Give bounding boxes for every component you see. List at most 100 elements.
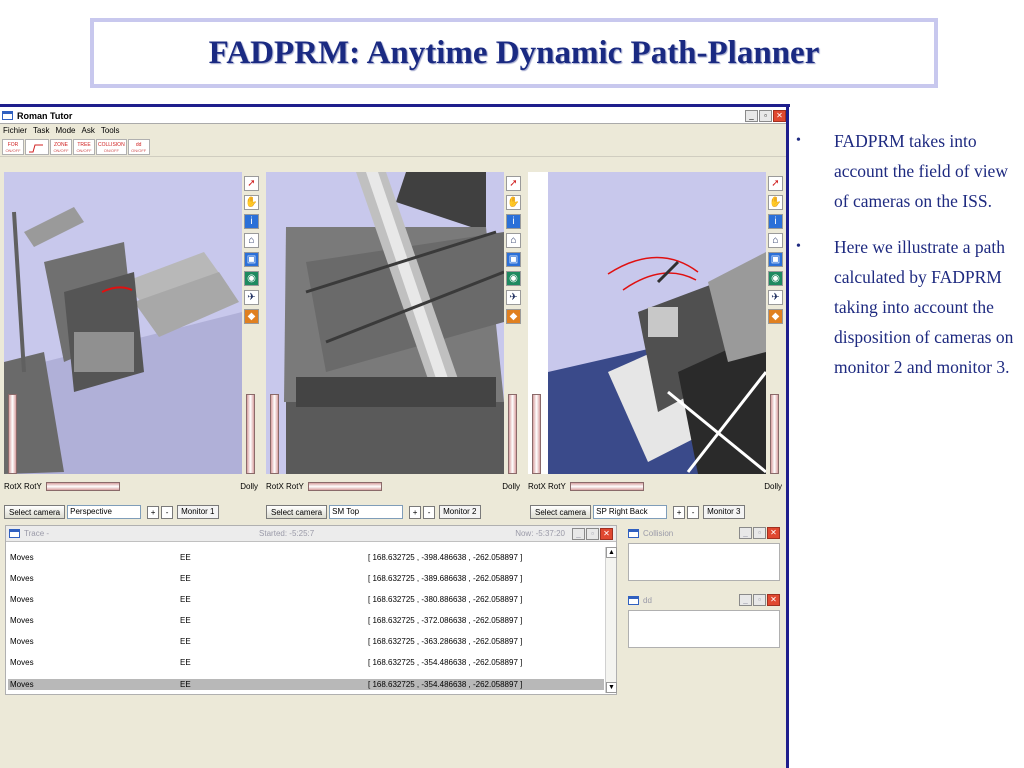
trace-row[interactable]: Moves EE [ 168.632725 , -363.286638 , -2… (8, 631, 604, 652)
bullet-marker: • (796, 239, 801, 254)
eye-view-icon[interactable]: ◉ (506, 271, 521, 286)
dolly-slider[interactable] (246, 394, 255, 474)
dolly-slider[interactable] (508, 394, 517, 474)
eye-view-icon[interactable]: ◉ (244, 271, 259, 286)
hand-pan-icon[interactable]: ✋ (768, 195, 783, 210)
home-view-icon[interactable]: ⌂ (244, 233, 259, 248)
dd-close-button[interactable]: ✕ (767, 594, 780, 606)
menu-mode[interactable]: Mode (55, 126, 75, 135)
trace-minimize-button[interactable]: _ (572, 527, 585, 540)
trace-row[interactable]: Moves EE [ 168.632725 , -372.086638 , -2… (8, 610, 604, 631)
camera-prev-button[interactable]: - (161, 505, 174, 519)
rotx-slider[interactable] (8, 394, 17, 474)
window-titlebar[interactable]: Roman Tutor _ ▫ ✕ (0, 108, 786, 124)
dolly-slider[interactable] (770, 394, 779, 474)
minimize-button[interactable]: _ (745, 109, 758, 122)
camera-bar-2: Select camera SM Top + - Monitor 2 (266, 503, 481, 521)
menu-task[interactable]: Task (33, 126, 49, 135)
viewport-monitor-3: ➚ ✋ i ⌂ ▣ ◉ ✈ ◆ RotX RotY Dolly (528, 172, 786, 502)
toolbar-for-sub: ON/OFF (5, 147, 21, 153)
viewport-3-tools: ➚ ✋ i ⌂ ▣ ◉ ✈ ◆ (768, 176, 784, 328)
scroll-down-icon[interactable]: ▼ (606, 682, 617, 693)
toolbar-for-toggle[interactable]: FOR ON/OFF (2, 138, 24, 155)
select-camera-button[interactable]: Select camera (4, 505, 66, 519)
collision-titlebar[interactable]: Collision _ ▫ ✕ (628, 525, 780, 541)
rotx-slider[interactable] (532, 394, 541, 474)
info-icon[interactable]: i (244, 214, 259, 229)
toolbar-zone-toggle[interactable]: ZONE ON/OFF (50, 138, 72, 155)
dd-window-icon (628, 595, 639, 605)
trace-started: Started: -5:25:7 (259, 529, 315, 538)
dd-titlebar[interactable]: dd _ ▫ ✕ (628, 592, 780, 608)
seek-icon[interactable]: ✈ (506, 290, 521, 305)
roty-slider[interactable] (569, 481, 644, 491)
trace-row[interactable]: Moves EE [ 168.632725 , -354.486638 , -2… (8, 652, 604, 673)
select-camera-button[interactable]: Select camera (530, 505, 592, 519)
camera-prev-button[interactable]: - (687, 505, 700, 519)
roty-slider[interactable] (307, 481, 382, 491)
camera-next-button[interactable]: + (147, 505, 160, 519)
trace-row[interactable]: Moves EE [ 168.632725 , -389.686638 , -2… (8, 568, 604, 589)
hand-pan-icon[interactable]: ✋ (244, 195, 259, 210)
path-curve-icon (29, 144, 43, 152)
viewport-monitor-1: ➚ ✋ i ⌂ ▣ ◉ ✈ ◆ RotX RotY Dolly (4, 172, 262, 502)
home-view-icon[interactable]: ⌂ (506, 233, 521, 248)
camera-name-field[interactable]: SM Top (329, 505, 404, 519)
perspective-toggle-icon[interactable]: ◆ (768, 309, 783, 324)
rotx-slider[interactable] (270, 394, 279, 474)
pointer-arrow-icon[interactable]: ➚ (768, 176, 783, 191)
trace-scrollbar[interactable]: ▲ ▼ (605, 547, 617, 693)
seek-icon[interactable]: ✈ (244, 290, 259, 305)
collision-maximize-button[interactable]: ▫ (753, 527, 766, 539)
menu-tools[interactable]: Tools (101, 126, 120, 135)
trace-coords: [ 168.632725 , -398.486638 , -262.058897… (368, 553, 523, 562)
fit-view-icon[interactable]: ▣ (244, 252, 259, 267)
collision-close-button[interactable]: ✕ (767, 527, 780, 539)
pointer-arrow-icon[interactable]: ➚ (244, 176, 259, 191)
trace-target: EE (180, 574, 191, 583)
hand-pan-icon[interactable]: ✋ (506, 195, 521, 210)
home-view-icon[interactable]: ⌂ (768, 233, 783, 248)
menu-fichier[interactable]: Fichier (3, 126, 27, 135)
fit-view-icon[interactable]: ▣ (768, 252, 783, 267)
dd-maximize-button[interactable]: ▫ (753, 594, 766, 606)
scroll-up-icon[interactable]: ▲ (606, 547, 617, 558)
info-icon[interactable]: i (506, 214, 521, 229)
fit-view-icon[interactable]: ▣ (506, 252, 521, 267)
trace-close-button[interactable]: ✕ (600, 527, 613, 540)
camera-name-field[interactable]: SP Right Back (593, 505, 668, 519)
close-button[interactable]: ✕ (773, 109, 786, 122)
camera-next-button[interactable]: + (673, 505, 686, 519)
menu-ask[interactable]: Ask (81, 126, 94, 135)
roty-slider[interactable] (45, 481, 120, 491)
seek-icon[interactable]: ✈ (768, 290, 783, 305)
eye-view-icon[interactable]: ◉ (768, 271, 783, 286)
maximize-button[interactable]: ▫ (759, 109, 772, 122)
trace-titlebar[interactable]: Trace - Started: -5:25:7 Now: -5:37:20 _… (6, 526, 616, 542)
scene-3d-view-2[interactable] (266, 172, 504, 474)
trace-row[interactable]: Moves EE [ 168.632725 , -380.886638 , -2… (8, 589, 604, 610)
scene-3d-view-1[interactable] (4, 172, 242, 474)
camera-name-field[interactable]: Perspective (67, 505, 142, 519)
scene-3d-view-3[interactable] (528, 172, 766, 474)
camera-next-button[interactable]: + (409, 505, 422, 519)
info-icon[interactable]: i (768, 214, 783, 229)
trace-maximize-button[interactable]: ▫ (586, 527, 599, 540)
trace-coords: [ 168.632725 , -354.486638 , -262.058897… (368, 680, 523, 689)
toolbar-dd-toggle[interactable]: dd ON/OFF (127, 138, 150, 155)
toolbar-path-button[interactable] (25, 138, 49, 155)
perspective-toggle-icon[interactable]: ◆ (506, 309, 521, 324)
trace-row[interactable]: Moves EE [ 168.632725 , -398.486638 , -2… (8, 547, 604, 568)
toolbar-collision-toggle[interactable]: COLLISION ON/OFF (96, 138, 127, 155)
collision-window-icon (628, 528, 639, 538)
select-camera-button[interactable]: Select camera (266, 505, 328, 519)
camera-prev-button[interactable]: - (423, 505, 436, 519)
toolbar-dd-label: dd (135, 141, 142, 148)
dd-minimize-button[interactable]: _ (739, 594, 752, 606)
trace-row-selected[interactable]: Moves EE [ 168.632725 , -354.486638 , -2… (8, 679, 604, 690)
perspective-toggle-icon[interactable]: ◆ (244, 309, 259, 324)
pointer-arrow-icon[interactable]: ➚ (506, 176, 521, 191)
collision-minimize-button[interactable]: _ (739, 527, 752, 539)
iss-perspective-render (4, 172, 242, 474)
toolbar-tree-toggle[interactable]: TREE ON/OFF (73, 138, 95, 155)
